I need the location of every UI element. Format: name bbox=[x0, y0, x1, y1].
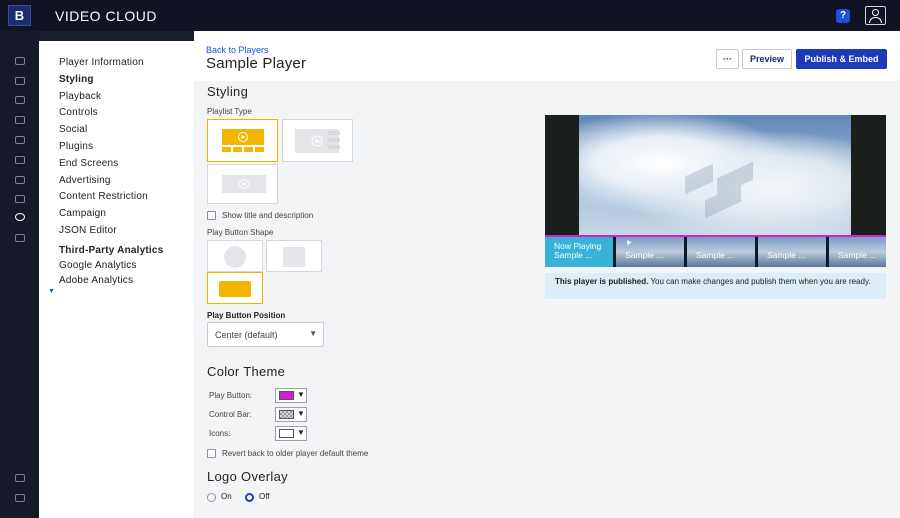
play-button-shape-label: Play Button Shape bbox=[207, 228, 274, 237]
nav-item-content-restriction[interactable]: Content Restriction bbox=[59, 191, 148, 202]
nav-item-social[interactable]: Social bbox=[59, 124, 87, 135]
show-title-label: Show title and description bbox=[222, 211, 314, 220]
play-button-position-select[interactable]: Center (default) ▼ bbox=[207, 322, 324, 347]
control-bar-color-swatch bbox=[279, 410, 294, 419]
page-header: Back to Players Sample Player ··· Previe… bbox=[194, 31, 900, 81]
publish-embed-button[interactable]: Publish & Embed bbox=[796, 49, 887, 69]
show-title-checkbox[interactable] bbox=[207, 211, 216, 220]
module-rail bbox=[0, 31, 39, 518]
user-account-button[interactable] bbox=[865, 6, 886, 25]
nav-item-campaign[interactable]: Campaign bbox=[59, 208, 106, 219]
users-icon[interactable] bbox=[15, 234, 25, 242]
revert-theme-checkbox[interactable] bbox=[207, 449, 216, 458]
play-button-color-picker[interactable]: ▼ bbox=[275, 388, 307, 403]
color-theme-title: Color Theme bbox=[207, 364, 286, 379]
nav-item-advertising[interactable]: Advertising bbox=[59, 175, 111, 186]
play-shape-option-circle[interactable] bbox=[207, 240, 263, 272]
play-button-position-value: Center (default) bbox=[215, 330, 278, 340]
thumbnail-item[interactable]: Now Playing Sample ... bbox=[545, 237, 613, 267]
more-actions-button[interactable]: ··· bbox=[716, 49, 739, 69]
dropdown-arrow-icon: ▼ bbox=[297, 428, 305, 437]
home-icon[interactable] bbox=[15, 57, 25, 65]
watermark-logo bbox=[685, 160, 765, 220]
styling-panel: Styling Playlist Type Show title and des… bbox=[194, 81, 900, 518]
user-icon bbox=[872, 9, 879, 16]
page-title: Sample Player bbox=[206, 55, 307, 72]
square-shape-icon bbox=[283, 247, 305, 267]
notice-bold-text: This player is published. bbox=[555, 277, 649, 286]
thumbnail-item[interactable]: Sample ... bbox=[829, 237, 886, 267]
upload-icon[interactable] bbox=[15, 77, 25, 85]
player-preview[interactable] bbox=[545, 115, 886, 236]
icons-color-swatch bbox=[279, 429, 294, 438]
playlist-type-option-side-list[interactable] bbox=[282, 119, 353, 162]
play-shape-option-square[interactable] bbox=[266, 240, 322, 272]
play-button-color-swatch bbox=[279, 391, 294, 400]
dropdown-arrow-icon: ▼ bbox=[297, 390, 305, 399]
logo-overlay-title: Logo Overlay bbox=[207, 469, 288, 484]
nav-item-player-information[interactable]: Player Information bbox=[59, 57, 144, 68]
playlist-grid-icon bbox=[222, 129, 264, 152]
circle-shape-icon bbox=[224, 246, 246, 268]
gallery-icon[interactable] bbox=[15, 116, 25, 124]
playlist-type-option-none[interactable] bbox=[207, 164, 278, 204]
playlist-side-list-icon bbox=[295, 129, 340, 153]
play-button-color-label: Play Button: bbox=[209, 391, 253, 400]
playlist-none-icon bbox=[222, 175, 266, 193]
cart-icon[interactable] bbox=[15, 494, 25, 502]
revert-theme-label: Revert back to older player default them… bbox=[222, 449, 369, 458]
control-bar-color-picker[interactable]: ▼ bbox=[275, 407, 307, 422]
help-button[interactable]: ? bbox=[836, 9, 850, 23]
nav-item-google-analytics[interactable]: Google Analytics bbox=[59, 260, 137, 271]
back-to-players-link[interactable]: Back to Players bbox=[206, 45, 269, 55]
icons-color-picker[interactable]: ▼ bbox=[275, 426, 307, 441]
nav-item-end-screens[interactable]: End Screens bbox=[59, 158, 118, 169]
nav-item-plugins[interactable]: Plugins bbox=[59, 141, 93, 152]
nav-item-adobe-analytics[interactable]: Adobe Analytics bbox=[59, 275, 133, 286]
control-bar-color-label: Control Bar: bbox=[209, 410, 252, 419]
analytics-icon[interactable] bbox=[15, 195, 25, 203]
players-icon[interactable] bbox=[15, 213, 25, 221]
thumbnail-item[interactable]: Sample ... bbox=[687, 237, 755, 267]
nav-item-styling[interactable]: Styling bbox=[59, 74, 94, 85]
chevron-down-icon[interactable]: ▼ bbox=[48, 288, 55, 295]
settings-icon[interactable] bbox=[15, 474, 25, 482]
live-icon[interactable] bbox=[15, 136, 25, 144]
thumbnail-item[interactable]: Sample ... bbox=[758, 237, 826, 267]
published-notice: This player is published. You can make c… bbox=[545, 273, 886, 299]
brightcove-logo[interactable]: B bbox=[8, 5, 31, 26]
preview-button[interactable]: Preview bbox=[742, 49, 792, 69]
thumbnail-item[interactable]: ▶︎ Sample ... bbox=[616, 237, 684, 267]
logo-overlay-on-radio[interactable] bbox=[207, 493, 216, 502]
nav-item-json-editor[interactable]: JSON Editor bbox=[59, 225, 117, 236]
playlist-type-option-grid[interactable] bbox=[207, 119, 278, 162]
top-bar: B VIDEO CLOUD ? bbox=[0, 0, 900, 31]
app-brand: VIDEO CLOUD bbox=[55, 8, 157, 24]
play-shape-option-rectangle[interactable] bbox=[207, 272, 263, 304]
player-settings-nav: Player Information Styling Playback Cont… bbox=[39, 41, 194, 518]
rectangle-shape-icon bbox=[219, 281, 251, 297]
nav-item-playback[interactable]: Playback bbox=[59, 91, 101, 102]
nav-item-controls[interactable]: Controls bbox=[59, 107, 98, 118]
styling-title: Styling bbox=[207, 84, 249, 99]
notice-text: You can make changes and publish them wh… bbox=[648, 277, 871, 286]
social-icon[interactable] bbox=[15, 156, 25, 164]
play-button-position-label: Play Button Position bbox=[207, 311, 286, 320]
logo-overlay-off-radio[interactable] bbox=[245, 493, 254, 502]
icons-color-label: Icons: bbox=[209, 429, 231, 438]
dropdown-arrow-icon: ▼ bbox=[309, 329, 317, 338]
logo-overlay-off-label: Off bbox=[259, 492, 270, 501]
media-icon[interactable] bbox=[15, 96, 25, 104]
playlist-type-label: Playlist Type bbox=[207, 107, 252, 116]
dropdown-arrow-icon: ▼ bbox=[297, 409, 305, 418]
nav-group-third-party-analytics[interactable]: Third-Party Analytics bbox=[59, 245, 163, 256]
playlist-thumbnails: Now Playing Sample ... ▶︎ Sample ... Sam… bbox=[545, 235, 886, 267]
play-icon: ▶︎ bbox=[627, 240, 632, 246]
audience-icon[interactable] bbox=[15, 176, 25, 184]
logo-overlay-on-label: On bbox=[221, 492, 232, 501]
